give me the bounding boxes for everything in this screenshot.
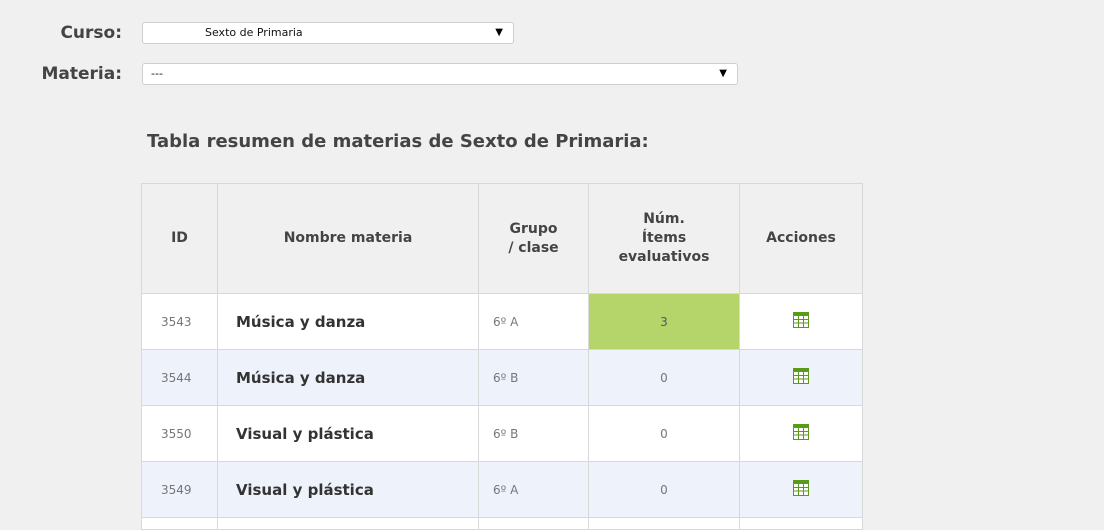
header-id: ID xyxy=(141,183,218,294)
header-items-line1: Núm. xyxy=(643,211,685,227)
chevron-down-icon: ▼ xyxy=(719,68,727,79)
table-title: Tabla resumen de materias de Sexto de Pr… xyxy=(147,131,649,152)
cell-actions xyxy=(739,349,863,406)
cell-items: 3 xyxy=(588,293,740,350)
cell-empty xyxy=(141,517,218,530)
table-header-row: ID Nombre materia Grupo / clase Núm. Íte… xyxy=(141,183,863,294)
table-row: 3544 Música y danza 6º B0 xyxy=(141,349,863,406)
cell-id: 3544 xyxy=(141,349,218,406)
cell-items: 0 xyxy=(588,405,740,462)
cell-name: Visual y plástica xyxy=(217,461,479,518)
curso-label: Curso: xyxy=(60,23,122,43)
cell-empty xyxy=(478,517,589,530)
cell-name: Música y danza xyxy=(217,293,479,350)
cell-actions xyxy=(739,461,863,518)
header-actions: Acciones xyxy=(739,183,863,294)
curso-select[interactable]: Sexto de Primaria ▼ xyxy=(142,22,514,44)
materia-label: Materia: xyxy=(41,64,122,84)
cell-group: 6º B xyxy=(478,405,589,462)
cell-empty xyxy=(739,517,863,530)
header-group-line2: / clase xyxy=(508,239,559,256)
header-items-line3: evaluativos xyxy=(618,249,710,265)
table-grid-icon[interactable] xyxy=(793,424,809,443)
cell-id: 3543 xyxy=(141,293,218,350)
table-grid-icon[interactable] xyxy=(793,368,809,387)
table-grid-icon[interactable] xyxy=(793,480,809,499)
cell-actions xyxy=(739,293,863,350)
subjects-summary-table: ID Nombre materia Grupo / clase Núm. Íte… xyxy=(141,183,863,530)
table-row: 3543 Música y danza 6º A3 xyxy=(141,293,863,350)
cell-items: 0 xyxy=(588,461,740,518)
materia-select-value: --- xyxy=(151,67,163,80)
cell-id: 3549 xyxy=(141,461,218,518)
cell-group: 6º B xyxy=(478,349,589,406)
header-items: Núm. Ítems evaluativos xyxy=(588,183,740,294)
cell-empty xyxy=(588,517,740,530)
cell-group: 6º A xyxy=(478,461,589,518)
curso-row: Curso: Sexto de Primaria ▼ xyxy=(0,22,514,44)
cell-actions xyxy=(739,405,863,462)
curso-select-value: Sexto de Primaria xyxy=(205,26,303,39)
table-row: 3550 Visual y plástica 6º B0 xyxy=(141,405,863,462)
cell-name: Visual y plástica xyxy=(217,405,479,462)
cell-items: 0 xyxy=(588,349,740,406)
header-group: Grupo / clase xyxy=(478,183,589,294)
table-row: 3549 Visual y plástica 6º A0 xyxy=(141,461,863,518)
header-group-line1: Grupo xyxy=(509,220,558,237)
cell-id: 3550 xyxy=(141,405,218,462)
cell-empty xyxy=(217,517,479,530)
materia-row: Materia: --- ▼ xyxy=(0,63,738,85)
table-grid-icon[interactable] xyxy=(793,312,809,331)
materia-select[interactable]: --- ▼ xyxy=(142,63,738,85)
chevron-down-icon: ▼ xyxy=(495,27,503,38)
header-name: Nombre materia xyxy=(217,183,479,294)
cell-group: 6º A xyxy=(478,293,589,350)
header-items-line2: Ítems xyxy=(641,230,687,246)
cell-name: Música y danza xyxy=(217,349,479,406)
table-row-partial xyxy=(141,517,863,530)
